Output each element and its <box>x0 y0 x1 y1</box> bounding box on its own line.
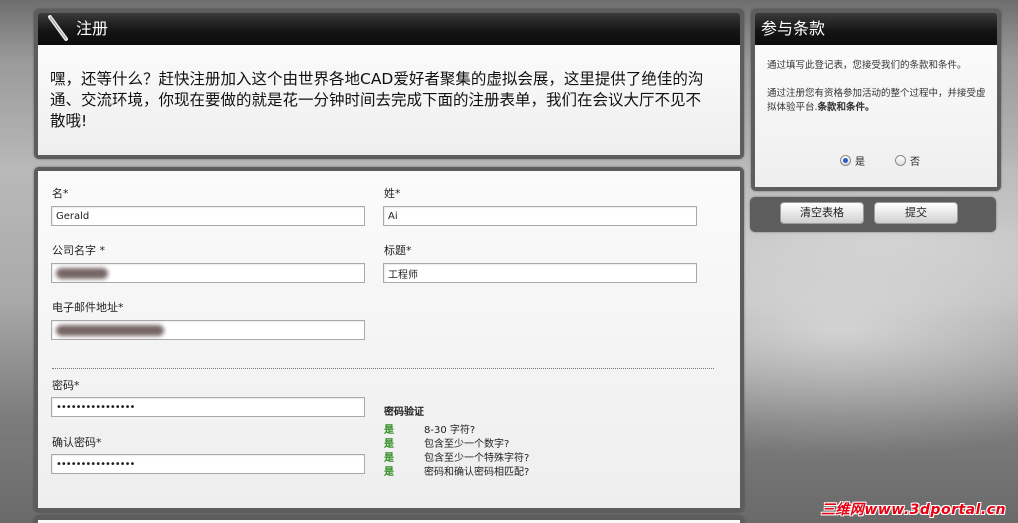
check-status: 是 <box>384 425 394 436</box>
email-label: 电子邮件地址* <box>52 301 124 314</box>
password-label: 密码* <box>52 379 80 392</box>
terms-para-1: 通过填写此登记表，您接受我们的条款和条件。 <box>767 60 967 71</box>
company-label: 公司名字 * <box>52 244 105 257</box>
last-name-label: 姓* <box>384 187 401 200</box>
email-input[interactable] <box>51 320 365 340</box>
password-check-row: 是 8-30 字符? <box>384 421 475 436</box>
radio-yes[interactable] <box>840 155 851 166</box>
radio-yes-label: 是 <box>855 157 865 168</box>
check-text: 密码和确认密码相匹配? <box>424 467 530 478</box>
password-input[interactable] <box>51 397 365 417</box>
radio-no[interactable] <box>895 155 906 166</box>
confirm-password-input[interactable] <box>51 454 365 474</box>
check-status: 是 <box>384 453 394 464</box>
last-name-input[interactable] <box>383 206 697 226</box>
intro-box: 嘿，还等什么？赶快注册加入这个由世界各地CAD爱好者聚集的虚拟会展，这里提供了绝… <box>38 45 740 155</box>
confirm-password-label: 确认密码* <box>52 436 102 449</box>
password-check-row: 是包含至少一个特殊字符? <box>384 449 529 464</box>
job-title-label: 标题* <box>384 244 412 257</box>
company-input[interactable] <box>51 263 365 283</box>
terms-link[interactable]: 条款和条件。 <box>818 102 875 113</box>
password-check-row: 是包含至少一个数字? <box>384 435 509 450</box>
clear-form-button[interactable]: 清空表格 <box>780 202 864 224</box>
password-check-title: 密码验证 <box>384 407 424 418</box>
terms-no-option[interactable]: 否 <box>895 153 920 168</box>
terms-header: 参与条款 <box>755 13 997 45</box>
registration-header: 注册 <box>38 13 740 45</box>
form-body: 名* 姓* 公司名字 * 标题* 电子邮件地址* 密码* 确认密码* 密码验证 … <box>38 171 740 508</box>
section-divider <box>52 368 714 369</box>
check-status: 是 <box>384 467 394 478</box>
redacted-company <box>56 268 108 279</box>
terms-text: 通过填写此登记表，您接受我们的条款和条件。 通过注册您有资格参加活动的整个过程中… <box>755 45 997 115</box>
terms-title: 参与条款 <box>761 19 826 38</box>
first-name-input[interactable] <box>51 206 365 226</box>
registration-panel: 注册 嘿，还等什么？赶快注册加入这个由世界各地CAD爱好者聚集的虚拟会展，这里提… <box>34 9 744 159</box>
form-panel: 名* 姓* 公司名字 * 标题* 电子邮件地址* 密码* 确认密码* 密码验证 … <box>34 167 744 512</box>
radio-no-label: 否 <box>910 157 920 168</box>
actions-panel: 清空表格 提交 <box>750 197 996 232</box>
terms-panel: 参与条款 通过填写此登记表，您接受我们的条款和条件。 通过注册您有资格参加活动的… <box>751 9 1001 191</box>
terms-body: 通过填写此登记表，您接受我们的条款和条件。 通过注册您有资格参加活动的整个过程中… <box>755 45 997 187</box>
redacted-email <box>56 325 164 336</box>
job-title-input[interactable] <box>383 263 697 283</box>
intro-text: 嘿，还等什么？赶快注册加入这个由世界各地CAD爱好者聚集的虚拟会展，这里提供了绝… <box>50 70 704 130</box>
submit-button[interactable]: 提交 <box>874 202 958 224</box>
next-panel-edge <box>34 516 744 523</box>
terms-para-2-text: 通过注册您有资格参加活动的整个过程中，并接受虚拟体验平台. <box>767 88 986 113</box>
terms-para-2: 通过注册您有资格参加活动的整个过程中，并接受虚拟体验平台.条款和条件。 <box>767 87 987 115</box>
registration-title: 注册 <box>76 19 109 38</box>
terms-yes-option[interactable]: 是 <box>840 153 865 168</box>
site-watermark: 三维网www.3dportal.cn <box>820 502 1006 518</box>
pencil-icon <box>48 15 69 42</box>
check-status: 是 <box>384 439 394 450</box>
first-name-label: 名* <box>52 187 69 200</box>
password-check-row: 是 密码和确认密码相匹配? <box>384 463 529 478</box>
